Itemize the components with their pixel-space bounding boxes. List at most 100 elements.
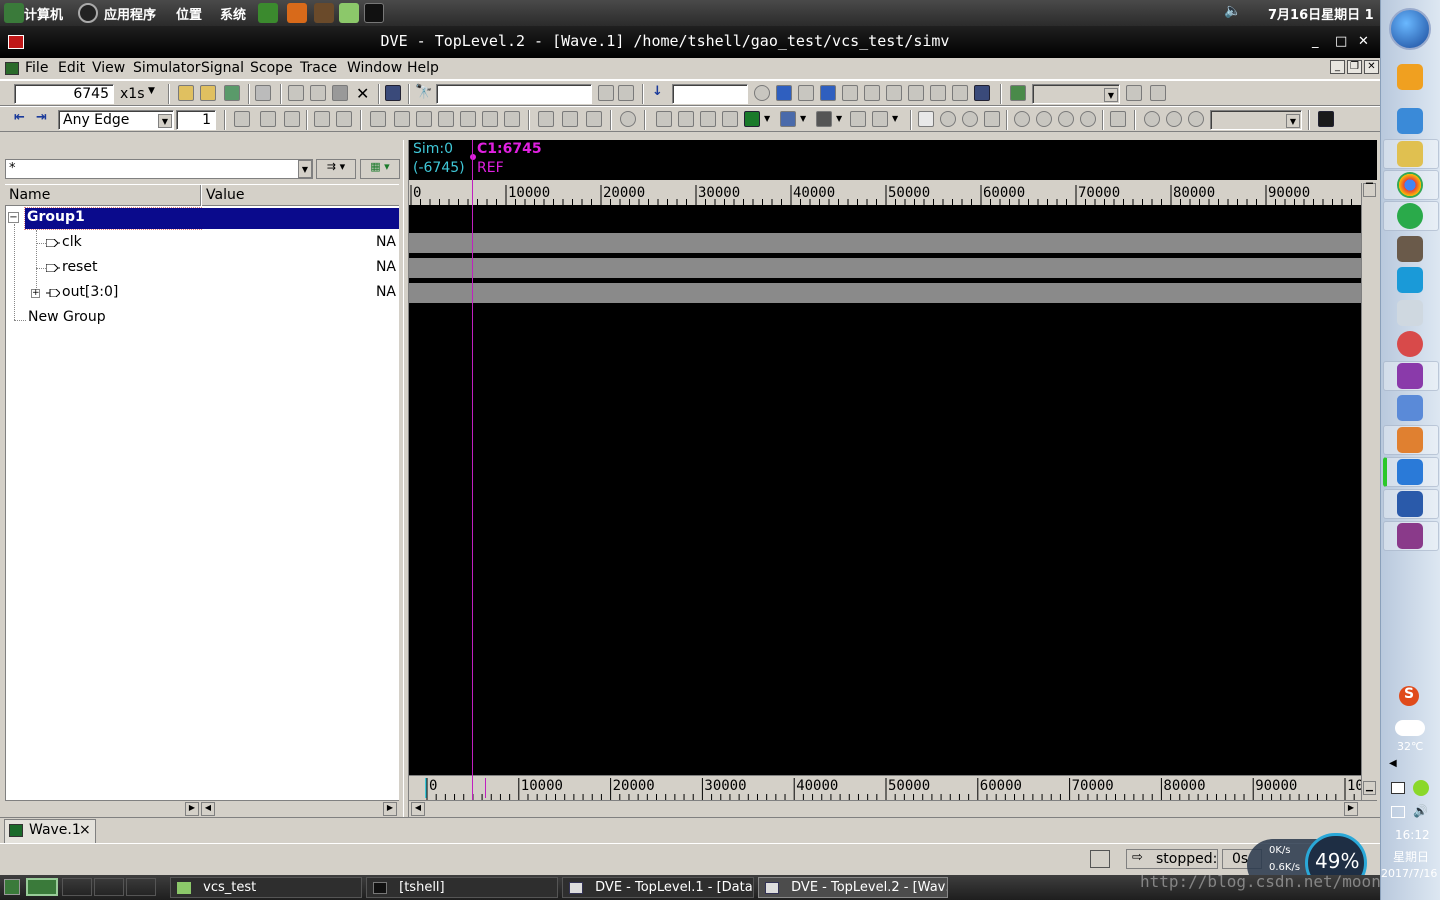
menu-view[interactable]: View	[92, 60, 125, 76]
next-icon[interactable]	[798, 85, 814, 101]
collapse-icon[interactable]	[284, 111, 300, 127]
mdi-restore-button[interactable]: ❐	[1347, 60, 1362, 74]
waveform-mode-icon[interactable]	[1318, 111, 1334, 127]
minimize-button[interactable]: _	[1312, 34, 1319, 49]
signal-type-icon[interactable]: ▦ ▾	[360, 159, 400, 179]
step-icon[interactable]	[754, 85, 770, 101]
cursor-prev-icon[interactable]	[1144, 111, 1160, 127]
task-dve-toplevel-2[interactable]: DVE - TopLevel.2 - [Wav…	[758, 877, 948, 898]
group-collapse-icon[interactable]: −	[8, 212, 19, 223]
edge-type-chevron-icon[interactable]: ▼	[158, 114, 172, 128]
chrome-icon[interactable]	[1397, 172, 1423, 198]
load-icon[interactable]	[394, 111, 410, 127]
print-icon[interactable]	[255, 85, 271, 101]
menu-signal[interactable]: Signal	[201, 60, 244, 76]
marker-dropdown-icon[interactable]: ▼	[1286, 114, 1300, 128]
task-dve-toplevel-1[interactable]: DVE - TopLevel.1 - [Data…	[562, 877, 754, 898]
find-signal-icon[interactable]	[385, 85, 401, 101]
explorer-icon[interactable]	[1397, 141, 1423, 167]
property-icon[interactable]	[562, 111, 578, 127]
tab-wave[interactable]: Wave.1 ×	[4, 819, 96, 843]
signal-filter-input[interactable]: *	[5, 159, 313, 179]
zoom-full-icon[interactable]	[1080, 111, 1096, 127]
grid-icon[interactable]	[872, 111, 888, 127]
search-binoculars-icon[interactable]: 🔭	[415, 84, 432, 100]
workspace-4[interactable]	[126, 878, 156, 896]
cursor-handle-icon[interactable]	[470, 154, 476, 160]
wave-view-chevron-icon[interactable]: ▼	[764, 114, 770, 123]
workspace-2[interactable]	[62, 878, 92, 896]
step-over-icon[interactable]	[842, 85, 858, 101]
zoom-2-icon[interactable]	[1036, 111, 1052, 127]
vm-app-icon[interactable]	[1397, 427, 1423, 453]
zoom-in-icon[interactable]	[940, 111, 956, 127]
tray-network-icon[interactable]	[1391, 806, 1405, 818]
restart-icon[interactable]	[908, 85, 924, 101]
grid-chevron-icon[interactable]: ▼	[892, 114, 898, 123]
app-launcher-icon[interactable]	[1397, 64, 1423, 90]
time-input[interactable]: 6745	[14, 84, 114, 104]
weather-cloud-icon[interactable]	[1395, 720, 1425, 736]
wave-scroll-left-icon[interactable]: ◀	[411, 802, 425, 816]
signal-pane-scrollbar[interactable]: ▶ ◀ ▶	[5, 800, 399, 816]
data-pane-chevron-icon[interactable]: ▼	[800, 114, 806, 123]
step-in-icon[interactable]	[820, 85, 836, 101]
scroll-left-icon[interactable]: ◀	[201, 802, 215, 816]
display-chevron-icon[interactable]: ▼	[836, 114, 842, 123]
delete-icon[interactable]: ✕	[356, 84, 369, 103]
compare-icon[interactable]	[538, 111, 554, 127]
signal-row[interactable]: + out[3:0] NA	[6, 281, 400, 305]
computer-icon[interactable]	[4, 3, 24, 23]
display-icon[interactable]	[816, 111, 832, 127]
pan-hand-icon[interactable]	[984, 111, 1000, 127]
driver-icon[interactable]	[370, 111, 386, 127]
close-button[interactable]: ✕	[1358, 34, 1369, 49]
wave-scroll-right-icon[interactable]: ▶	[1344, 802, 1358, 816]
waveform-launcher-icon[interactable]	[314, 3, 334, 23]
storage-app-icon[interactable]	[1397, 236, 1423, 262]
apps-logo-icon[interactable]	[78, 3, 98, 23]
trace-v-icon[interactable]	[504, 111, 520, 127]
wave-vertical-scrollbar[interactable]: ▔ ▁	[1361, 183, 1377, 800]
menu-scope[interactable]: Scope	[250, 60, 293, 76]
console-icon[interactable]	[1090, 850, 1110, 868]
tray-expand-icon[interactable]: ◀	[1389, 758, 1397, 769]
source-icon[interactable]	[700, 111, 716, 127]
ie-browser-icon[interactable]	[1397, 203, 1423, 229]
bus-expand-icon[interactable]: +	[31, 289, 40, 298]
schematic-icon[interactable]	[678, 111, 694, 127]
trace-x-icon[interactable]	[416, 111, 432, 127]
places-menu[interactable]: 位置	[176, 4, 202, 23]
menu-simulator[interactable]: Simulator	[133, 60, 201, 76]
tray-app-icon[interactable]	[1391, 782, 1405, 794]
mdi-minimize-button[interactable]: _	[1330, 60, 1345, 74]
name-column-header[interactable]: Name	[9, 187, 50, 203]
paint-icon[interactable]	[1397, 395, 1423, 421]
run-icon[interactable]	[776, 85, 792, 101]
media-app-icon[interactable]	[1397, 331, 1423, 357]
marker-select[interactable]: ▼	[1210, 110, 1302, 130]
menu-window[interactable]: Window	[347, 60, 402, 76]
mdi-close-button[interactable]: ✕	[1364, 60, 1379, 74]
waveform-canvas[interactable]	[409, 205, 1361, 775]
open-folder-icon[interactable]	[178, 85, 194, 101]
onenote-2-icon[interactable]	[1397, 523, 1423, 549]
apps-menu[interactable]: 应用程序	[104, 4, 156, 23]
forward-icon[interactable]	[336, 111, 352, 127]
tray-volume-icon[interactable]: 🔊	[1413, 804, 1428, 818]
group-row[interactable]: − Group1	[6, 206, 400, 230]
workspace-3[interactable]	[94, 878, 124, 896]
next-edge-icon[interactable]: ⇥	[36, 110, 47, 125]
show-desktop-icon[interactable]	[4, 879, 20, 895]
chat-app-icon[interactable]	[1397, 459, 1423, 485]
scroll-down-icon[interactable]: ▁	[1363, 781, 1376, 795]
prev-edge-icon[interactable]: ⇤	[14, 110, 25, 125]
search-input[interactable]	[436, 84, 592, 104]
signal-row[interactable]: reset NA	[6, 256, 400, 280]
memory-icon[interactable]	[722, 111, 738, 127]
sogou-input-icon[interactable]: S	[1399, 686, 1419, 706]
scroll-end-icon[interactable]: ▶	[383, 802, 397, 816]
doc-icon[interactable]	[234, 111, 250, 127]
stop-icon[interactable]	[974, 85, 990, 101]
maximize-button[interactable]: □	[1335, 34, 1347, 49]
